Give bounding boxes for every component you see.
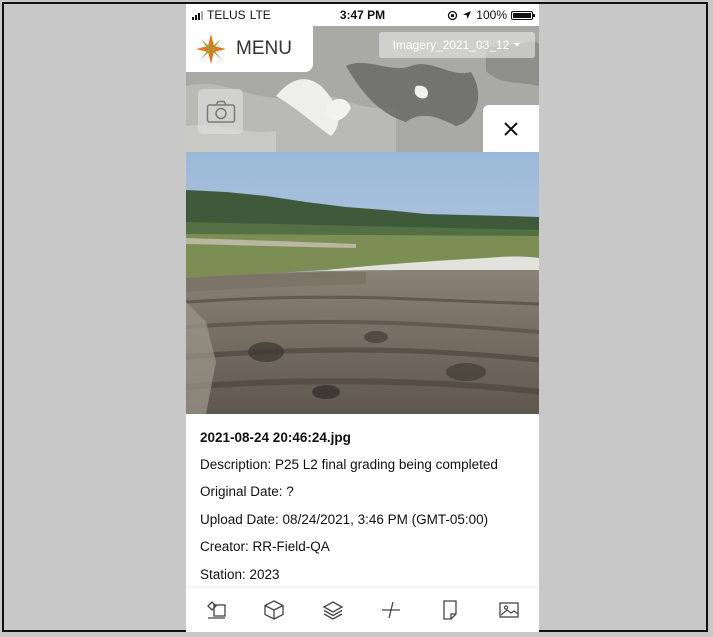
- photo-upload-date: Upload Date: 08/24/2021, 3:46 PM (GMT-05…: [200, 512, 489, 527]
- measure-tool-button[interactable]: [204, 598, 228, 622]
- menu-button[interactable]: MENU: [186, 26, 313, 72]
- photo-station: Station: 2023: [200, 567, 280, 582]
- photo-filename: 2021-08-24 20:46:24.jpg: [200, 430, 351, 445]
- status-right: 100%: [447, 8, 535, 22]
- orientation-lock-icon: [448, 10, 458, 20]
- chevron-down-icon: [514, 43, 521, 47]
- battery-percent: 100%: [476, 8, 507, 22]
- layers-button[interactable]: [321, 598, 345, 622]
- grading-site-image: [186, 152, 539, 414]
- image-gallery-icon: [499, 602, 519, 618]
- photo-description: Description: P25 L2 final grading being …: [200, 457, 498, 472]
- photo-creator: Creator: RR-Field-QA: [200, 539, 330, 554]
- status-bar: TELUS LTE 3:47 PM 100%: [186, 4, 539, 26]
- location-arrow-icon: [463, 11, 472, 19]
- camera-icon: [206, 100, 235, 123]
- document-button[interactable]: [438, 598, 462, 622]
- site-photo: [186, 152, 539, 414]
- photo-details: 2021-08-24 20:46:24.jpg Description: P25…: [186, 414, 539, 592]
- photo-original-date: Original Date: ?: [200, 484, 294, 499]
- page-icon: [443, 600, 457, 620]
- layers-icon: [322, 601, 344, 620]
- imagery-selector[interactable]: Imagery_2021_03_12: [379, 32, 535, 58]
- close-icon: [504, 122, 518, 136]
- measure-tool-icon: [207, 601, 226, 619]
- gallery-button[interactable]: [497, 598, 521, 622]
- close-button[interactable]: [483, 105, 539, 152]
- 3d-cube-icon: [264, 600, 284, 620]
- battery-icon: [511, 10, 535, 20]
- 3d-view-button[interactable]: [262, 598, 286, 622]
- imagery-selector-label: Imagery_2021_03_12: [392, 38, 510, 52]
- split-compare-icon: [382, 601, 400, 619]
- map-view[interactable]: MENU Imagery_2021_03_12: [186, 26, 539, 152]
- camera-button[interactable]: [198, 89, 243, 134]
- compare-button[interactable]: [379, 598, 403, 622]
- app-logo-icon: [196, 34, 226, 64]
- bottom-toolbar: [186, 588, 539, 632]
- phone-screen: TELUS LTE 3:47 PM 100% MENU Imagery_2021…: [186, 4, 539, 632]
- menu-label: MENU: [236, 38, 292, 59]
